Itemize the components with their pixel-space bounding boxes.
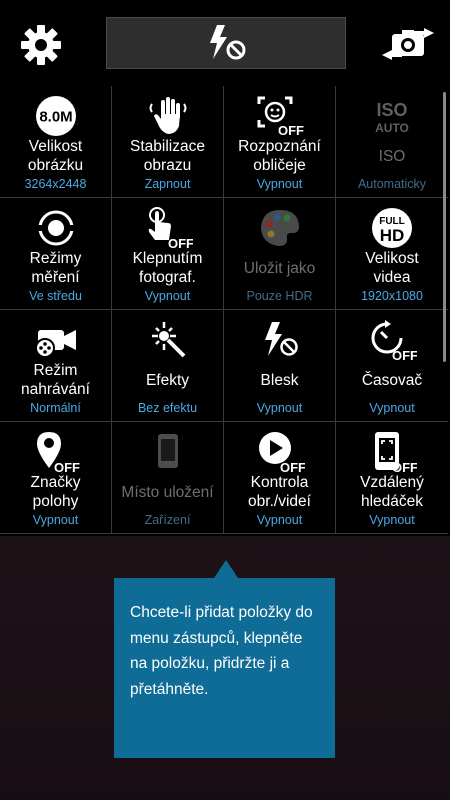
palette-icon-wrap — [224, 206, 335, 250]
top-bar — [0, 0, 450, 86]
storage-icon-wrap — [112, 430, 223, 474]
phone-storage-icon — [157, 434, 178, 468]
recording-mode-icon — [34, 330, 76, 358]
effects-wand-icon — [151, 322, 185, 358]
location-tag-off-icon: OFF — [36, 432, 80, 474]
setting-value: Ve středu — [29, 289, 82, 303]
setting-label: Velikost videa — [365, 250, 419, 286]
stabilization-hand-icon — [149, 97, 186, 134]
setting-label: Blesk — [260, 371, 299, 389]
image-size-icon-text: 8.0M — [39, 109, 72, 126]
flash-shortcut-button[interactable] — [106, 17, 346, 69]
setting-label: ISO — [378, 147, 406, 165]
remote-viewfinder-off-icon: OFF — [375, 432, 417, 474]
review-setting[interactable]: OFF Kontrola obr./videí Vypnout — [224, 422, 336, 534]
image-size-setting[interactable]: 8.0M Velikost obrázku 3264x2448 — [0, 86, 112, 198]
setting-value: Vypnout — [369, 401, 415, 415]
setting-label: Velikost obrázku — [27, 138, 84, 174]
setting-label: Uložit jako — [243, 259, 316, 277]
setting-value: Vypnout — [144, 289, 191, 303]
tap-shot-icon-wrap: OFF — [112, 206, 223, 250]
setting-label: Kontrola obr./videí — [248, 474, 311, 510]
face-detection-setting[interactable]: OFF Rozpoznání obličeje Vypnout — [224, 86, 336, 198]
setting-label: Vzdálený hledáček — [360, 474, 424, 510]
save-as-setting[interactable]: Uložit jako Pouze HDR — [224, 198, 336, 310]
storage-location-setting[interactable]: Místo uložení Zařízení — [112, 422, 224, 534]
iso-icon: ISO AUTO — [375, 100, 409, 135]
setting-label: Režim nahrávání — [21, 362, 90, 398]
tooltip-text: Chcete-li přidat položky do menu zástupc… — [130, 604, 313, 698]
switch-camera-icon — [382, 28, 434, 60]
iso-icon-wrap: ISO AUTO — [336, 94, 448, 138]
timer-off-icon: OFF — [371, 320, 417, 362]
setting-label: Klepnutím fotograf. — [132, 250, 203, 286]
setting-value: 3264x2448 — [24, 177, 87, 191]
face-detection-icon-wrap: OFF — [224, 94, 335, 138]
location-tags-setting[interactable]: OFF Značky polohy Vypnout — [0, 422, 112, 534]
review-icon-wrap: OFF — [224, 430, 335, 474]
setting-value: Vypnout — [256, 513, 303, 527]
metering-icon — [37, 210, 74, 246]
video-size-icon-wrap: FULL HD — [336, 206, 448, 250]
location-icon-wrap: OFF — [0, 430, 111, 474]
image-stabilization-setting[interactable]: Stabilizace obrazu Zapnout — [112, 86, 224, 198]
setting-label: Režimy měření — [29, 250, 82, 286]
flash-icon-wrap — [224, 318, 335, 362]
metering-mode-setting[interactable]: Režimy měření Ve středu — [0, 198, 112, 310]
setting-value: Zařízení — [144, 513, 191, 527]
video-size-icon: FULL HD — [372, 208, 412, 248]
camera-settings-grid: 8.0M Velikost obrázku 3264x2448 Stabiliz… — [0, 86, 450, 536]
switch-camera-button[interactable] — [380, 22, 436, 66]
tap-to-shoot-setting[interactable]: OFF Klepnutím fotograf. Vypnout — [112, 198, 224, 310]
tap-shot-off-icon: OFF — [148, 207, 193, 250]
gear-icon — [21, 25, 61, 65]
effects-icon-wrap — [112, 318, 223, 362]
setting-value: Bez efektu — [137, 401, 198, 415]
setting-value: Vypnout — [32, 513, 79, 527]
timer-icon-wrap: OFF — [336, 318, 448, 362]
setting-value: Pouze HDR — [246, 289, 313, 303]
remote-viewfinder-icon-wrap: OFF — [336, 430, 448, 474]
video-size-icon-subtext: HD — [380, 226, 405, 245]
video-size-setting[interactable]: FULL HD Velikost videa 1920x1080 — [336, 198, 448, 310]
image-size-icon: 8.0M — [35, 96, 76, 136]
iso-icon-text: ISO — [376, 100, 407, 120]
iso-setting[interactable]: ISO AUTO ISO Automaticky — [336, 86, 448, 198]
review-play-off-icon: OFF — [258, 432, 305, 474]
effects-setting[interactable]: Efekty Bez efektu — [112, 310, 224, 422]
setting-label: Rozpoznání obličeje — [238, 138, 321, 174]
settings-button[interactable] — [18, 22, 64, 68]
flash-off-icon — [210, 25, 246, 60]
face-detection-off-icon: OFF — [257, 96, 304, 138]
hint-tooltip: Chcete-li přidat položky do menu zástupc… — [114, 578, 335, 758]
setting-label: Stabilizace obrazu — [130, 138, 205, 174]
setting-label: Časovač — [361, 371, 423, 389]
stabilization-icon-wrap — [112, 94, 223, 138]
setting-value: Vypnout — [369, 513, 415, 527]
recording-mode-setting[interactable]: Režim nahrávání Normální — [0, 310, 112, 422]
palette-icon — [260, 210, 299, 246]
recording-mode-icon-wrap — [0, 318, 111, 362]
setting-value: Zapnout — [144, 177, 191, 191]
setting-value: Normální — [30, 401, 81, 415]
remote-viewfinder-setting[interactable]: OFF Vzdálený hledáček Vypnout — [336, 422, 448, 534]
flash-setting[interactable]: Blesk Vypnout — [224, 310, 336, 422]
setting-value: Vypnout — [256, 177, 303, 191]
setting-label: Značky polohy — [30, 474, 81, 510]
iso-icon-subtext: AUTO — [375, 121, 409, 135]
tooltip-arrow — [214, 560, 238, 578]
setting-label: Efekty — [145, 371, 190, 389]
timer-setting[interactable]: OFF Časovač Vypnout — [336, 310, 448, 422]
metering-icon-wrap — [0, 206, 111, 250]
setting-value: Vypnout — [256, 401, 303, 415]
image-size-icon-wrap: 8.0M — [0, 94, 111, 138]
scrollbar[interactable] — [443, 92, 446, 362]
setting-label: Místo uložení — [121, 483, 214, 501]
flash-off-icon — [264, 322, 298, 356]
setting-value: 1920x1080 — [361, 289, 423, 303]
setting-value: Automaticky — [357, 177, 427, 191]
